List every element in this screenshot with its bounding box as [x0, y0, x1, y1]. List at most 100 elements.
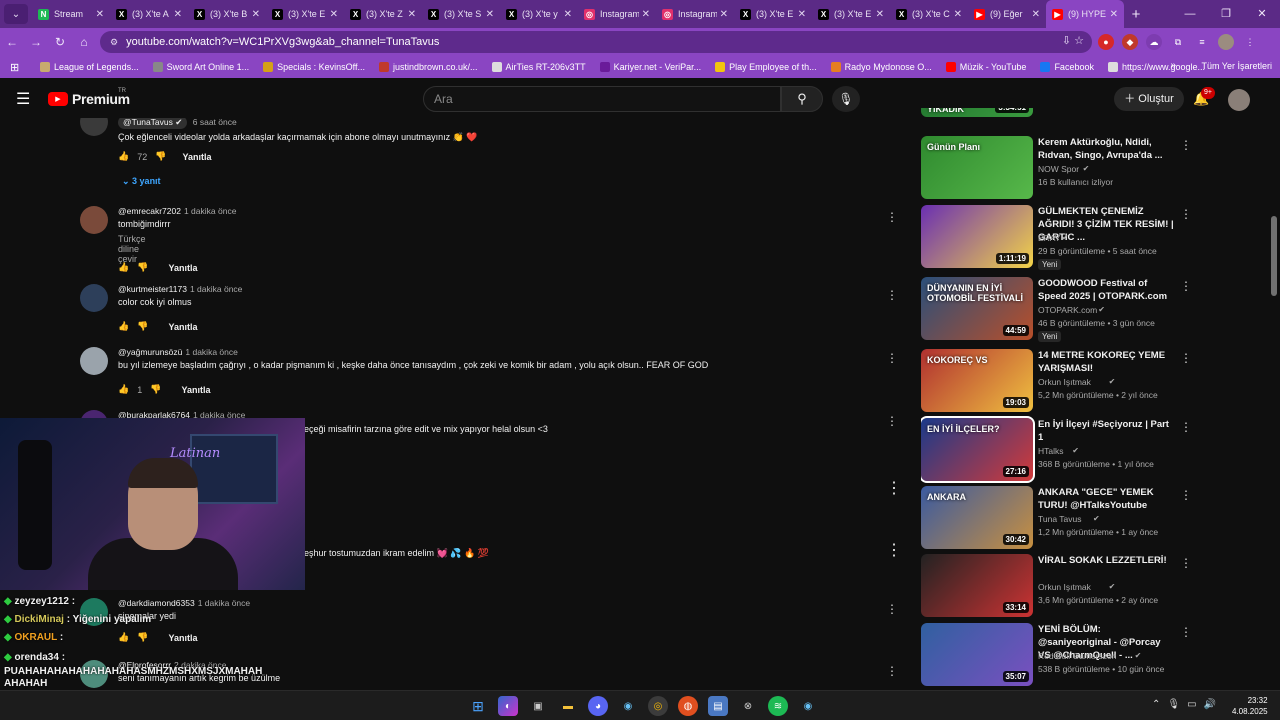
tray-chevron-icon[interactable]: ⌃: [1152, 699, 1160, 710]
minimize-button[interactable]: —: [1172, 0, 1208, 28]
video-title[interactable]: 14 METRE KOKOREÇ YEME YARIŞMASI!: [1038, 349, 1174, 375]
browser-tab[interactable]: ◎ Instagram ✕: [578, 0, 656, 28]
video-thumbnail[interactable]: DÜNYANIN EN İYİ OTOMOBİL FESTİVALİ 44:59: [921, 277, 1033, 340]
video-menu-icon[interactable]: ⋮: [1180, 556, 1191, 570]
media-control-icon[interactable]: ≡: [1194, 34, 1210, 50]
video-title[interactable]: En İyi İlçeyi #Seçiyoruz | Part 1: [1038, 418, 1174, 444]
dislike-icon[interactable]: 👎: [150, 384, 161, 395]
browser-tab[interactable]: X (3) X'te S ✕: [422, 0, 500, 28]
video-channel[interactable]: Red Bull Gamerszon: [1038, 651, 1116, 661]
comment-author[interactable]: @yağmurunsözü: [118, 347, 182, 357]
video-channel[interactable]: Orkun Işıtmak: [1038, 377, 1091, 387]
notifications-button[interactable]: 🔔 9+: [1193, 87, 1215, 107]
video-title[interactable]: Kerem Aktürkoğlu, Ndidi, Rıdvan, Singo, …: [1038, 136, 1174, 162]
extensions-puzzle-icon[interactable]: ⧉: [1170, 34, 1186, 50]
bookmark-item[interactable]: https://www.google...: [1107, 62, 1205, 72]
like-icon[interactable]: 👍: [118, 151, 129, 162]
video-channel[interactable]: Tuna Tavus: [1038, 514, 1081, 524]
video-menu-icon[interactable]: ⋮: [1180, 351, 1191, 365]
browser-tab[interactable]: ◎ Instagram ✕: [656, 0, 734, 28]
tab-close-icon[interactable]: ✕: [486, 9, 494, 20]
tab-close-icon[interactable]: ✕: [720, 9, 728, 20]
browser-tab[interactable]: X (3) X'te E ✕: [734, 0, 812, 28]
tray-volume-icon[interactable]: 🔊: [1204, 699, 1216, 710]
comment-more-icon[interactable]: ⋮: [886, 288, 898, 302]
chat-username[interactable]: DickiMinaj: [14, 614, 63, 625]
dislike-icon[interactable]: 👎: [155, 151, 166, 162]
comment-more-icon[interactable]: ⋮: [886, 210, 898, 224]
video-channel[interactable]: NOW Spor: [1038, 164, 1079, 174]
video-channel[interactable]: HTalks: [1038, 446, 1064, 456]
video-menu-icon[interactable]: ⋮: [1180, 488, 1191, 502]
tab-close-icon[interactable]: ✕: [564, 9, 572, 20]
new-tab-button[interactable]: +: [1124, 6, 1148, 23]
reload-icon[interactable]: ↻: [48, 35, 72, 49]
like-icon[interactable]: 👍: [118, 321, 129, 332]
video-menu-icon[interactable]: ⋮: [1180, 138, 1191, 152]
comment-author[interactable]: @emrecakr7202: [118, 206, 181, 216]
bookmark-item[interactable]: AirTies RT-206v3TT: [491, 62, 586, 72]
tab-close-icon[interactable]: ✕: [252, 9, 260, 20]
tray-mic-icon[interactable]: 🎙: [1167, 699, 1180, 710]
close-window-button[interactable]: ✕: [1244, 0, 1280, 28]
tab-close-icon[interactable]: ✕: [174, 9, 182, 20]
account-avatar[interactable]: [1228, 89, 1250, 111]
maximize-button[interactable]: ❐: [1208, 0, 1244, 28]
video-menu-icon[interactable]: ⋮: [1180, 625, 1191, 639]
windows-start-icon[interactable]: ⊞: [468, 696, 488, 716]
reply-button[interactable]: Yanıtla: [182, 152, 211, 162]
site-info-icon[interactable]: ⚙: [110, 37, 118, 48]
browser-tab[interactable]: X (3) X'te B ✕: [188, 0, 266, 28]
recommended-video[interactable]: EN İYİ İLÇELER? 27:16 En İyi İlçeyi #Seçiy…: [921, 416, 1191, 483]
video-thumbnail[interactable]: 1:11:19: [921, 205, 1033, 268]
home-icon[interactable]: ⌂: [72, 35, 96, 49]
view-replies-button[interactable]: ⌄ 3 yanıt: [122, 176, 161, 187]
browser-tab[interactable]: X (3) X'te y ✕: [500, 0, 578, 28]
chat-username[interactable]: orenda34: [14, 652, 58, 663]
photos-icon[interactable]: ▤: [708, 696, 728, 716]
bookmark-item[interactable]: justindbrown.co.uk/...: [379, 62, 478, 72]
browser-tab[interactable]: X (3) X'te E ✕: [812, 0, 890, 28]
tab-close-icon[interactable]: ✕: [96, 9, 104, 20]
tab-search-button[interactable]: ⌄: [4, 4, 28, 24]
bookmark-item[interactable]: League of Legends...: [40, 62, 139, 72]
apps-grid-icon[interactable]: ⊞: [10, 61, 30, 74]
bookmark-item[interactable]: Specials : KevinsOff...: [263, 62, 365, 72]
extension-fox-icon[interactable]: ◆: [1122, 34, 1138, 50]
video-channel[interactable]: Orkun Işıtmak: [1038, 582, 1091, 592]
bookmark-star-icon[interactable]: ⇩ ☆: [1062, 34, 1084, 47]
origin-icon[interactable]: ◍: [678, 696, 698, 716]
forward-icon[interactable]: →: [24, 35, 48, 49]
browser-tab[interactable]: ▶ (9) Eğer ✕: [968, 0, 1046, 28]
tab-close-icon[interactable]: ✕: [1110, 9, 1118, 20]
youtube-logo[interactable]: ▶ Premium TR: [48, 88, 130, 107]
tray-monitor-icon[interactable]: ▭: [1187, 699, 1196, 710]
recommended-video[interactable]: DÜNYANIN EN İYİ OTOMOBİL FESTİVALİ 44:59 G…: [921, 277, 1191, 342]
video-menu-icon[interactable]: ⋮: [1180, 207, 1191, 221]
video-title[interactable]: ANKARA "GECE" YEMEK TURU! @HTalksYoutube: [1038, 486, 1174, 512]
back-icon[interactable]: ←: [0, 35, 24, 49]
task-view-icon[interactable]: ▣: [528, 696, 548, 716]
search-button[interactable]: ⚲: [781, 86, 823, 112]
browser-tab[interactable]: X (3) X'te A ✕: [110, 0, 188, 28]
comment-more-icon[interactable]: ⋮: [886, 414, 898, 428]
video-title[interactable]: VİRAL SOKAK LEZZETLERİ!: [1038, 554, 1174, 567]
chat-username[interactable]: OKRAUL: [14, 632, 57, 643]
video-title[interactable]: GOODWOOD Festival of Speed 2025 | OTOPAR…: [1038, 277, 1174, 303]
comment-avatar[interactable]: [80, 206, 108, 234]
tab-close-icon[interactable]: ✕: [798, 9, 806, 20]
steam-alt-icon[interactable]: ◉: [798, 696, 818, 716]
bookmark-item[interactable]: Facebook: [1040, 62, 1094, 72]
comment-more-icon[interactable]: ⋮: [886, 478, 902, 498]
steam-icon[interactable]: ◉: [618, 696, 638, 716]
chat-username[interactable]: zeyzey1212: [14, 596, 69, 607]
address-bar[interactable]: ⚙ youtube.com/watch?v=WC1PrXVg3wg&ab_cha…: [100, 31, 1092, 53]
more-bookmarks-icon[interactable]: »: [1170, 60, 1176, 71]
tab-close-icon[interactable]: ✕: [1032, 9, 1040, 20]
dislike-icon[interactable]: 👎: [137, 321, 148, 332]
recommended-video[interactable]: 33:14 VİRAL SOKAK LEZZETLERİ! Orkun Işıtma…: [921, 554, 1191, 618]
recommended-video[interactable]: 35:07 YENİ BÖLÜM: @saniyeoriginal - @Porc…: [921, 623, 1191, 687]
dislike-icon[interactable]: 👎: [137, 262, 148, 273]
comment-more-icon[interactable]: ⋮: [886, 540, 902, 560]
video-channel[interactable]: OTOPARK.com: [1038, 305, 1097, 315]
